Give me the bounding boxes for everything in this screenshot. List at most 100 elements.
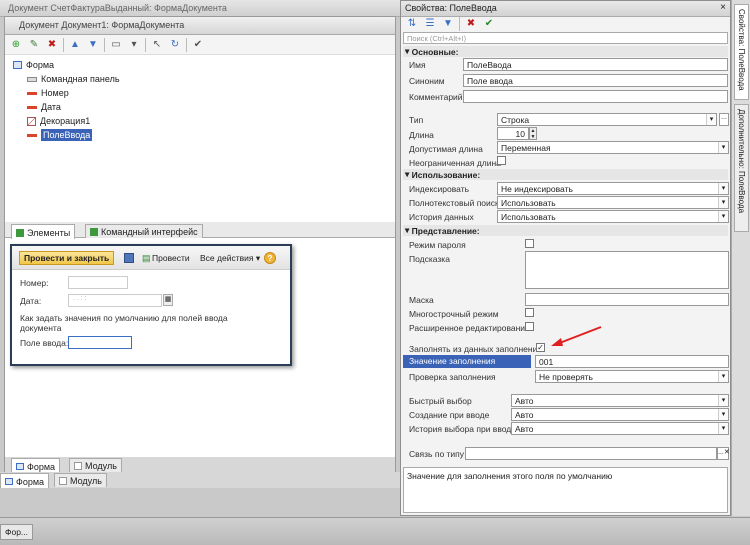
section-main[interactable]: ▾ Основные: xyxy=(403,46,728,57)
move-up-icon[interactable]: ▲ xyxy=(68,38,82,52)
data-history-select[interactable]: Использовать ▾ xyxy=(497,210,729,223)
chevron-down-icon: ▾ xyxy=(718,395,728,406)
mask-input[interactable] xyxy=(525,293,729,306)
edit-icon[interactable]: ✎ xyxy=(27,38,41,52)
tree-item-command-panel[interactable]: Командная панель xyxy=(27,72,120,86)
properties-panel: Свойства: ПолеВвода × ⇅ ☰ ▼ ✖ ✔ Поиск (C… xyxy=(400,0,731,516)
create-on-input-select[interactable]: Авто ▾ xyxy=(511,408,729,421)
type-ellipsis-button[interactable]: ... xyxy=(719,113,729,126)
layout-dropdown-icon[interactable]: ▾ xyxy=(127,38,141,52)
index-label: Индексировать xyxy=(409,184,470,194)
fulltext-value: Использовать xyxy=(501,198,556,208)
pointer-icon[interactable]: ↖ xyxy=(150,38,164,52)
help-icon[interactable]: ? xyxy=(264,252,276,264)
tab-label: Форма xyxy=(27,461,56,472)
save-icon[interactable] xyxy=(124,253,134,263)
quick-choice-select[interactable]: Авто ▾ xyxy=(511,394,729,407)
command-panel-icon xyxy=(27,76,37,82)
tab-command-interface[interactable]: Командный интерфейс xyxy=(85,224,203,238)
move-down-icon[interactable]: ▼ xyxy=(86,38,100,52)
sort-icon[interactable]: ⇅ xyxy=(405,17,419,31)
tree-item-form[interactable]: Форма xyxy=(13,58,54,72)
choice-history-label: История выбора при вводе xyxy=(409,424,516,434)
type-link-input[interactable] xyxy=(465,447,717,460)
tooltip-input[interactable] xyxy=(525,251,729,289)
tab-form-outer[interactable]: Форма xyxy=(0,473,50,488)
input-field[interactable] xyxy=(68,336,132,349)
decoration-text: Как задать значения по умолчанию для пол… xyxy=(20,313,228,333)
chevron-down-icon: ▾ xyxy=(718,371,728,382)
tab-form[interactable]: Форма xyxy=(11,458,61,473)
date-input[interactable]: . . : : xyxy=(68,294,162,307)
properties-search-input[interactable]: Поиск (Ctrl+Alt+I) xyxy=(403,32,728,44)
properties-title-text: Свойства: ПолеВвода xyxy=(405,3,497,13)
calendar-icon[interactable]: ▦ xyxy=(163,294,173,306)
fill-check-value: Не проверять xyxy=(539,372,593,382)
fulltext-select[interactable]: Использовать ▾ xyxy=(497,196,729,209)
categories-icon[interactable]: ☰ xyxy=(423,17,437,31)
post-button[interactable]: Провести xyxy=(152,253,190,263)
comment-input[interactable] xyxy=(463,90,728,103)
tab-module-outer[interactable]: Модуль xyxy=(54,473,107,487)
tree-item-number[interactable]: Номер xyxy=(27,86,69,100)
index-value: Не индексировать xyxy=(501,184,573,194)
tree-item-input-field[interactable]: ПолеВвода xyxy=(27,128,93,142)
multiline-checkbox[interactable] xyxy=(525,308,534,317)
name-input[interactable]: ПолеВвода xyxy=(463,58,728,71)
tree-item-label: Форма xyxy=(26,60,55,70)
tree-item-date[interactable]: Дата xyxy=(27,100,61,114)
choice-history-select[interactable]: Авто ▾ xyxy=(511,422,729,435)
fill-value-input[interactable]: 001 xyxy=(535,355,729,368)
fill-check-select[interactable]: Не проверять ▾ xyxy=(535,370,729,383)
type-label: Тип xyxy=(409,115,424,125)
all-actions-menu[interactable]: Все действия ▾ xyxy=(200,253,260,264)
tab-elements[interactable]: Элементы xyxy=(11,224,76,239)
filter-icon[interactable]: ▼ xyxy=(441,17,455,31)
editor-bottom-tabs: Форма Модуль xyxy=(5,457,395,473)
apply-icon[interactable]: ✔ xyxy=(482,17,496,31)
unlimited-length-checkbox[interactable] xyxy=(497,156,506,165)
post-and-close-button[interactable]: Провести и закрыть xyxy=(19,251,115,265)
form-preview: Провести и закрыть ▤ Провести Все действ… xyxy=(10,244,292,366)
clear-icon[interactable]: ✖ xyxy=(464,17,478,31)
close-icon[interactable]: × xyxy=(720,2,726,13)
taskbar-item-label: Фор... xyxy=(5,527,29,537)
extended-edit-checkbox[interactable] xyxy=(525,322,534,331)
data-history-label: История данных xyxy=(409,212,474,222)
allowed-length-value: Переменная xyxy=(501,143,551,153)
side-tab-additional[interactable]: Дополнительно: ПолеВвода xyxy=(734,104,749,232)
toolbar-separator xyxy=(104,37,105,52)
index-select[interactable]: Не индексировать ▾ xyxy=(497,182,729,195)
fill-from-data-checkbox[interactable]: ✓ xyxy=(536,343,545,352)
delete-icon[interactable]: ✖ xyxy=(45,38,59,52)
section-view[interactable]: ▾ Представление: xyxy=(403,225,728,236)
editor-toolbar: ⊕ ✎ ✖ ▲ ▼ ▭ ▾ ↖ ↻ ✔ xyxy=(5,35,395,55)
field-icon xyxy=(27,91,37,95)
type-select[interactable]: Строка ▾ xyxy=(497,113,717,126)
tree-item-label: Дата xyxy=(41,102,61,112)
editor-title: Документ Документ1: ФормаДокумента xyxy=(5,17,395,35)
refresh-icon[interactable]: ↻ xyxy=(168,38,182,52)
synonym-input[interactable]: Поле ввода xyxy=(463,74,728,87)
length-stepper[interactable]: ▲ ▼ xyxy=(529,127,537,140)
password-mode-checkbox[interactable] xyxy=(525,239,534,248)
fill-from-data-label: Заполнять из данных заполнения xyxy=(409,344,542,354)
tree-item-decoration[interactable]: Декорация1 xyxy=(27,114,90,128)
number-input[interactable] xyxy=(68,276,128,289)
tab-module[interactable]: Модуль xyxy=(69,458,122,472)
type-link-ellipsis-button[interactable]: ...✕ xyxy=(717,447,730,460)
create-on-input-label: Создание при вводе xyxy=(409,410,490,420)
check-icon[interactable]: ✔ xyxy=(191,38,205,52)
side-tabs: Свойства: ПолеВвода Дополнительно: ПолеВ… xyxy=(731,0,750,516)
window-icon[interactable]: ▭ xyxy=(109,38,123,52)
length-input[interactable]: 10 xyxy=(497,127,529,140)
fulltext-label: Полнотекстовый поиск xyxy=(409,198,499,208)
side-tab-properties[interactable]: Свойства: ПолеВвода xyxy=(734,4,749,100)
taskbar-item[interactable]: Фор... xyxy=(0,524,34,540)
allowed-length-select[interactable]: Переменная ▾ xyxy=(497,141,729,154)
add-icon[interactable]: ⊕ xyxy=(9,38,23,52)
window-taskbar: Фор... xyxy=(0,517,750,545)
section-label: Представление: xyxy=(411,225,480,236)
section-usage[interactable]: ▾ Использование: xyxy=(403,169,728,180)
password-mode-label: Режим пароля xyxy=(409,240,466,250)
